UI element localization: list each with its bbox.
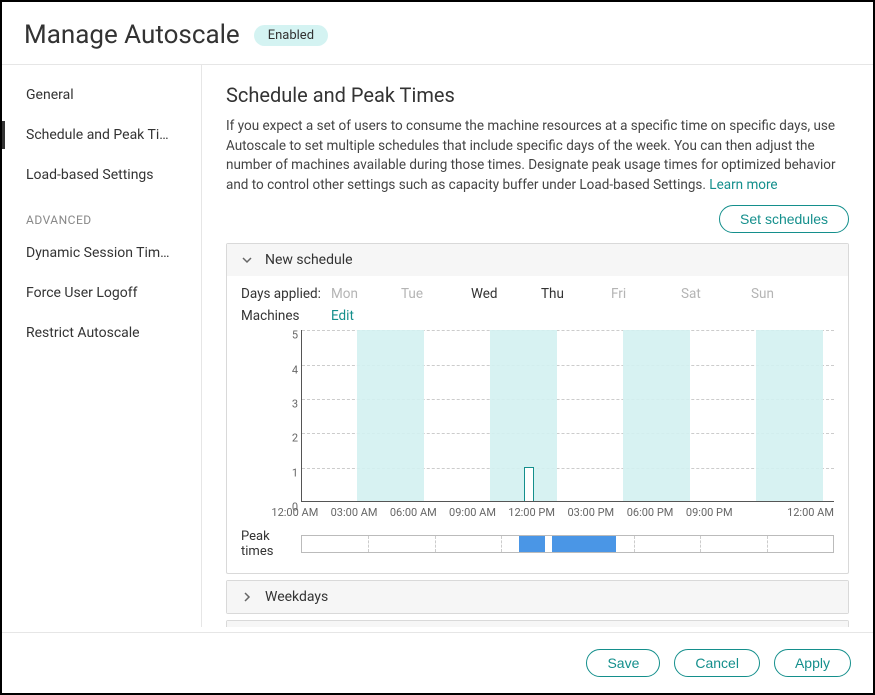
day-sat[interactable]: Sat: [681, 286, 751, 302]
status-badge: Enabled: [254, 25, 328, 46]
chevron-down-icon: [239, 252, 255, 268]
y-tick: 5: [280, 329, 298, 342]
y-tick: 1: [280, 466, 298, 479]
x-tick: 03:00 PM: [567, 506, 626, 519]
schedule-panel-weekend-header[interactable]: Weekend: [227, 621, 848, 627]
x-tick: 12:00 AM: [775, 506, 834, 519]
cancel-button[interactable]: Cancel: [674, 649, 760, 677]
schedule-panel-weekdays-title: Weekdays: [265, 589, 328, 605]
sidebar-item-general[interactable]: General: [2, 75, 201, 115]
page-title: Manage Autoscale: [24, 20, 240, 50]
machines-chart: 012345 12:00 AM03:00 AM06:00 AM09:00 AM1…: [241, 330, 834, 519]
day-tue[interactable]: Tue: [401, 286, 471, 302]
y-tick: 2: [280, 432, 298, 445]
set-schedules-button[interactable]: Set schedules: [719, 205, 849, 233]
chart-bar: [524, 467, 534, 501]
sidebar-section-advanced: ADVANCED: [2, 195, 201, 233]
section-description: If you expect a set of users to consume …: [226, 117, 849, 195]
day-thu[interactable]: Thu: [541, 286, 611, 302]
save-button[interactable]: Save: [586, 649, 660, 677]
peak-block[interactable]: [519, 536, 546, 552]
machines-label: Machines: [241, 308, 331, 324]
sidebar-item-load-settings[interactable]: Load-based Settings: [2, 155, 201, 195]
schedule-panel-new: New schedule Days applied: Mon Tue Wed T…: [226, 243, 849, 574]
chevron-right-icon: [239, 589, 255, 605]
day-sun[interactable]: Sun: [751, 286, 821, 302]
peak-times-label: Peak times: [241, 529, 301, 559]
peak-block[interactable]: [552, 536, 616, 552]
x-tick: 12:00 AM: [271, 506, 330, 519]
schedule-panel-title: New schedule: [265, 252, 353, 268]
x-tick: 09:00 AM: [449, 506, 508, 519]
schedule-panel-weekend: Weekend: [226, 620, 849, 627]
day-fri[interactable]: Fri: [611, 286, 681, 302]
y-tick: 4: [280, 363, 298, 376]
y-tick: 3: [280, 398, 298, 411]
dialog-footer: Save Cancel Apply: [2, 632, 873, 693]
x-tick: 06:00 PM: [627, 506, 686, 519]
x-tick: 09:00 PM: [686, 506, 745, 519]
chart-band: [357, 330, 424, 501]
schedule-panel-weekdays-header[interactable]: Weekdays: [227, 581, 848, 613]
sidebar: General Schedule and Peak Ti… Load-based…: [2, 65, 202, 627]
days-applied-row: Days applied: Mon Tue Wed Thu Fri Sat Su…: [241, 286, 834, 302]
x-tick: 12:00 PM: [508, 506, 567, 519]
sidebar-item-force-logoff[interactable]: Force User Logoff: [2, 273, 201, 313]
peak-times-track[interactable]: [301, 535, 834, 553]
chart-band: [623, 330, 690, 501]
x-tick: 06:00 AM: [390, 506, 449, 519]
schedule-panel-weekdays: Weekdays: [226, 580, 849, 614]
machines-edit-link[interactable]: Edit: [331, 308, 354, 324]
learn-more-link[interactable]: Learn more: [709, 177, 777, 193]
apply-button[interactable]: Apply: [774, 649, 851, 677]
x-tick: 03:00 AM: [331, 506, 390, 519]
sidebar-item-schedule[interactable]: Schedule and Peak Ti…: [2, 115, 201, 155]
day-mon[interactable]: Mon: [331, 286, 401, 302]
chart-band: [756, 330, 823, 501]
day-wed[interactable]: Wed: [471, 286, 541, 302]
days-applied-label: Days applied:: [241, 286, 331, 302]
sidebar-item-restrict-autoscale[interactable]: Restrict Autoscale: [2, 313, 201, 353]
sidebar-item-dynamic-session[interactable]: Dynamic Session Tim…: [2, 233, 201, 273]
section-title: Schedule and Peak Times: [226, 83, 849, 107]
schedule-panel-header[interactable]: New schedule: [227, 244, 848, 276]
